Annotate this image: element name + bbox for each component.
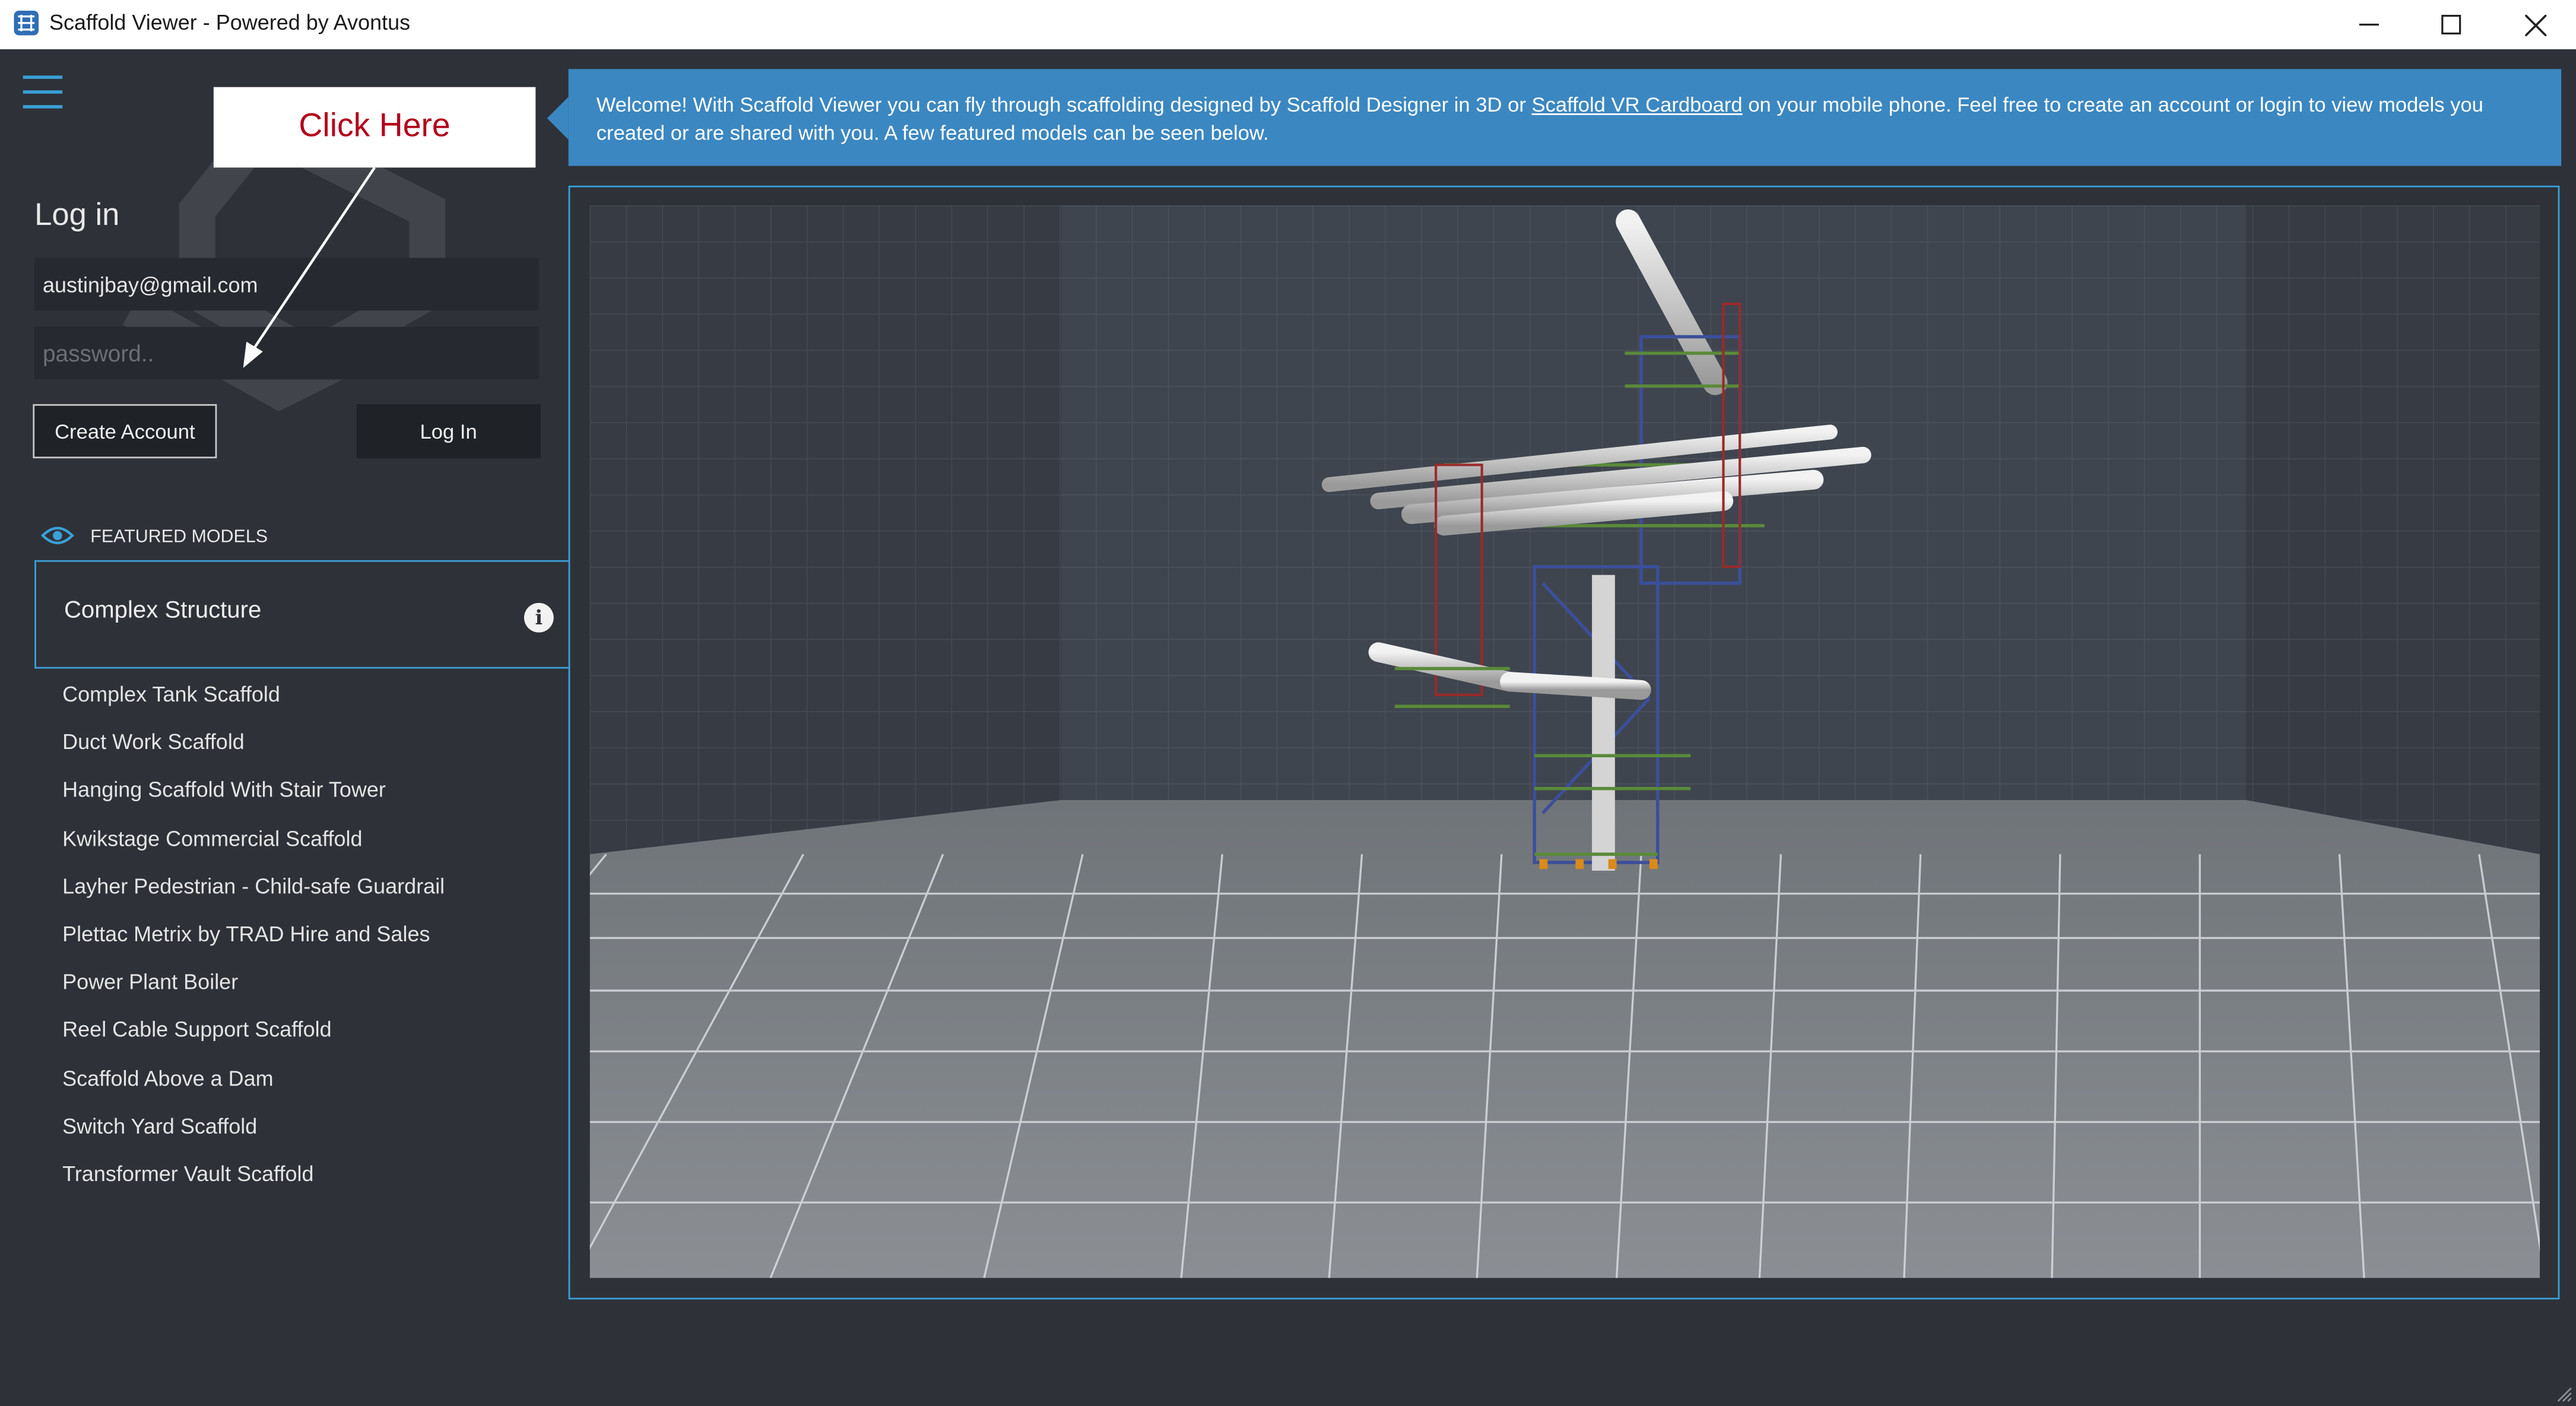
list-item[interactable]: Kwikstage Commercial Scaffold (34, 813, 570, 861)
featured-models-label: FEATURED MODELS (90, 527, 268, 547)
hamburger-icon[interactable] (23, 75, 63, 109)
banner-pointer (547, 97, 569, 140)
list-item[interactable]: Transformer Vault Scaffold (34, 1148, 570, 1196)
eye-icon (41, 526, 74, 544)
list-item[interactable]: Complex Tank Scaffold (34, 669, 570, 717)
list-item[interactable]: Duct Work Scaffold (34, 716, 570, 764)
featured-models-list: Complex Tank Scaffold Duct Work Scaffold… (34, 669, 570, 1196)
featured-models-header: FEATURED MODELS (34, 514, 570, 562)
app-logo-icon (14, 10, 39, 36)
create-account-button[interactable]: Create Account (33, 404, 217, 459)
list-item[interactable]: Hanging Scaffold With Stair Tower (34, 764, 570, 813)
list-item[interactable]: Power Plant Boiler (34, 956, 570, 1004)
selected-model-name: Complex Structure (64, 598, 262, 624)
welcome-text-start: Welcome! With Scaffold Viewer you can fl… (596, 93, 1532, 117)
info-icon[interactable]: i (524, 602, 554, 633)
login-heading: Log in (34, 198, 120, 234)
window-title: Scaffold Viewer - Powered by Avontus (49, 9, 411, 35)
login-button[interactable]: Log In (356, 404, 541, 459)
click-here-callout: Click Here (213, 87, 536, 168)
close-icon (2524, 14, 2546, 36)
close-button[interactable] (2494, 0, 2576, 49)
list-item[interactable]: Scaffold Above a Dam (34, 1052, 570, 1100)
welcome-banner: Welcome! With Scaffold Viewer you can fl… (568, 69, 2562, 166)
welcome-text: Welcome! With Scaffold Viewer you can fl… (597, 92, 2552, 148)
callout-arrow-icon (243, 167, 376, 369)
title-bar: Scaffold Viewer - Powered by Avontus (0, 0, 2576, 50)
maximize-button[interactable] (2410, 0, 2492, 49)
list-item[interactable]: Plettac Metrix by TRAD Hire and Sales (34, 908, 570, 956)
app-window: Scaffold Viewer - Powered by Avontus Log… (0, 0, 2576, 1406)
vr-cardboard-link[interactable]: Scaffold VR Cardboard (1532, 94, 1743, 117)
list-item[interactable]: Layher Pedestrian - Child-safe Guardrail (34, 861, 570, 909)
selected-model-item[interactable]: Complex Structure i (34, 560, 570, 669)
3d-viewport[interactable] (589, 205, 2540, 1278)
list-item[interactable]: Switch Yard Scaffold (34, 1100, 570, 1148)
resize-grip-icon[interactable] (2556, 1386, 2573, 1403)
list-item[interactable]: Reel Cable Support Scaffold (34, 1004, 570, 1052)
minimize-icon (2359, 23, 2379, 26)
minimize-button[interactable] (2328, 0, 2410, 49)
maximize-icon (2441, 14, 2461, 35)
3d-scene[interactable] (589, 205, 2540, 1278)
